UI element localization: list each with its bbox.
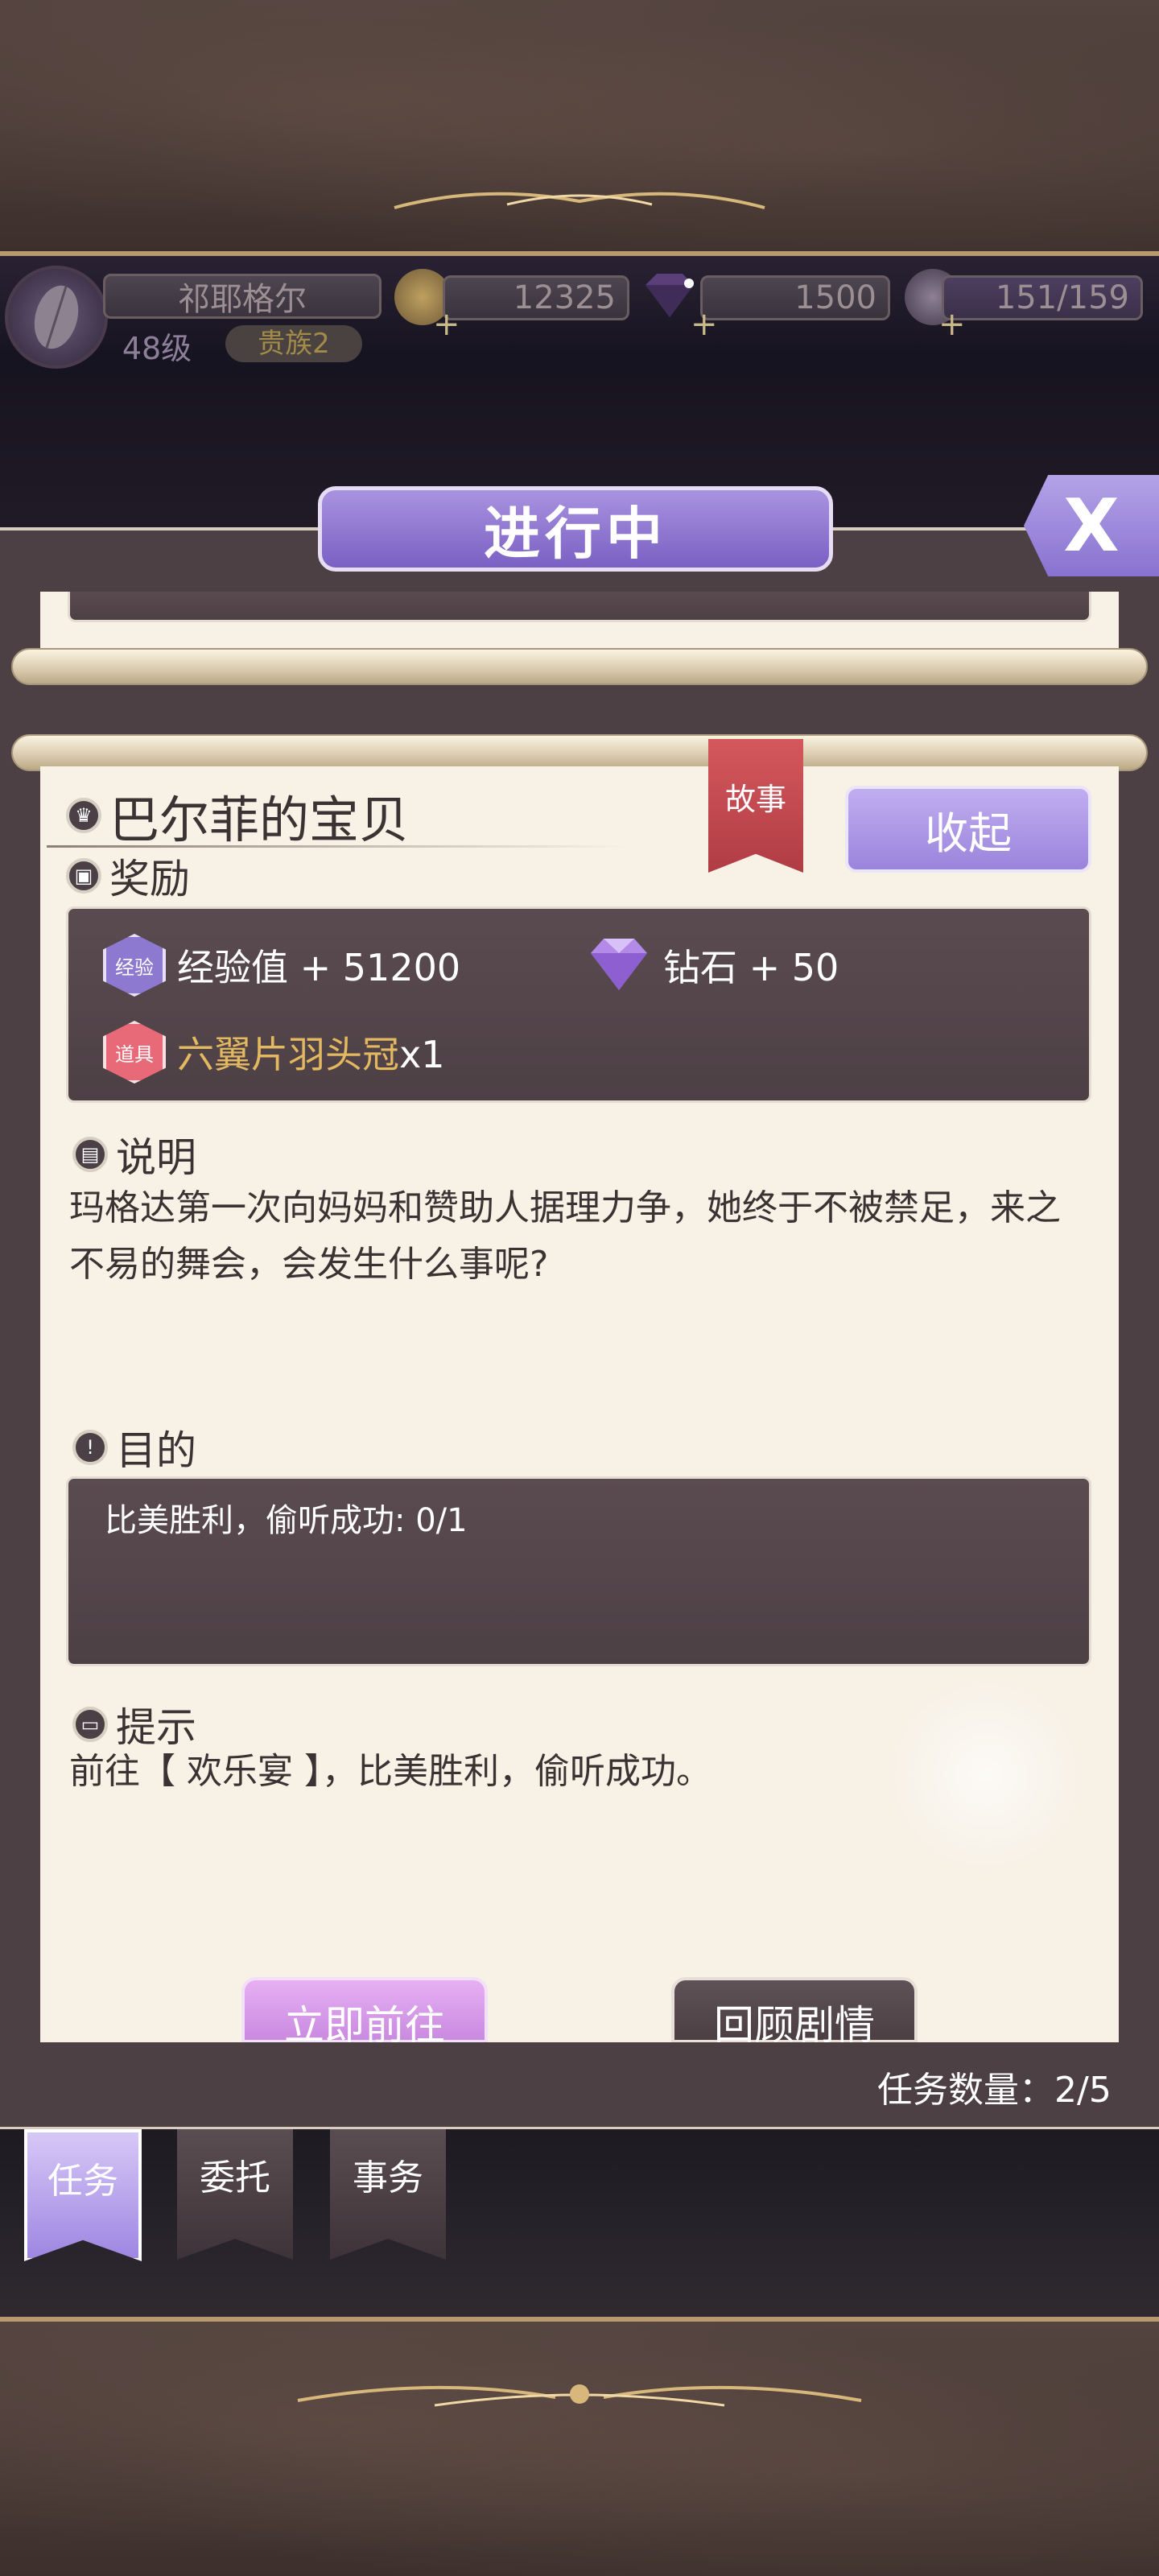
panel-title: 进行中 (318, 486, 833, 572)
add-stamina-icon[interactable]: + (938, 306, 966, 343)
go-now-button[interactable]: 立即前往 (241, 1977, 488, 2049)
leaf-icon (34, 285, 79, 349)
goal-text: 比美胜利，偷听成功: 0/1 (105, 1502, 468, 1539)
diamond-icon (584, 932, 654, 997)
reward-item-name: 六翼片羽头冠 (177, 1033, 399, 1076)
story-ribbon: 故事 (708, 739, 803, 873)
close-icon: X (1063, 483, 1120, 568)
review-story-button[interactable]: 回顾剧情 (671, 1977, 918, 2049)
player-level: 48级 (122, 331, 192, 366)
player-avatar[interactable] (5, 266, 108, 369)
flourish-icon (297, 2384, 862, 2407)
previous-reward-box (68, 592, 1091, 622)
reward-section-label: ▣ 奖励 (66, 847, 190, 905)
goal-section-label: ! 目的 (72, 1418, 196, 1476)
reward-exp-amount: + 51200 (299, 946, 461, 989)
reward-item: 六翼片羽头冠x1 (177, 1026, 445, 1079)
stamina-amount: 151/159 (942, 275, 1143, 320)
reward-exp: 经验值 + 51200 (177, 939, 460, 992)
box-icon: ▣ (66, 858, 101, 894)
reward-diamond: 钻石 + 50 (663, 939, 839, 992)
scroll-rod (11, 648, 1148, 685)
diamond-amount: 1500 (700, 275, 890, 320)
goal-label: 目的 (116, 1427, 196, 1474)
reward-diamond-amount: + 50 (749, 946, 839, 989)
bottom-decor-frame (0, 2317, 1159, 2576)
rank-badge: 贵族2 (225, 325, 362, 362)
quest-title-row: ♛ 巴尔菲的宝贝 (66, 779, 409, 852)
note-icon: ▭ (72, 1707, 108, 1742)
close-button[interactable]: X (1024, 475, 1159, 576)
reward-label: 奖励 (109, 856, 190, 902)
top-decor-frame (0, 0, 1159, 256)
book-icon: ▤ (72, 1137, 108, 1172)
player-name: 祁耶格尔 (103, 274, 382, 319)
crown-icon: ♛ (66, 798, 101, 833)
add-gold-icon[interactable]: + (433, 306, 460, 343)
gold-amount: 12325 (443, 275, 629, 320)
quest-title: 巴尔菲的宝贝 (109, 791, 410, 849)
desc-section-label: ▤ 说明 (72, 1125, 196, 1183)
desc-label: 说明 (116, 1134, 196, 1181)
desc-text: 玛格达第一次向妈妈和赞助人据理力争，她终于不被禁足，来之不易的舞会，会发生什么事… (69, 1187, 1061, 1285)
collapse-button[interactable]: 收起 (845, 786, 1091, 873)
reward-item-amount: x1 (399, 1033, 445, 1076)
reward-exp-name: 经验值 (177, 946, 288, 989)
task-count: 任务数量：2/5 (877, 2070, 1112, 2111)
reward-diamond-name: 钻石 (663, 946, 737, 989)
tab-strip (0, 2129, 1159, 2317)
exclamation-icon: ! (72, 1430, 108, 1465)
rose-decor-icon (885, 1674, 1087, 1876)
flourish-icon (394, 192, 765, 209)
add-diamond-icon[interactable]: + (691, 306, 718, 343)
